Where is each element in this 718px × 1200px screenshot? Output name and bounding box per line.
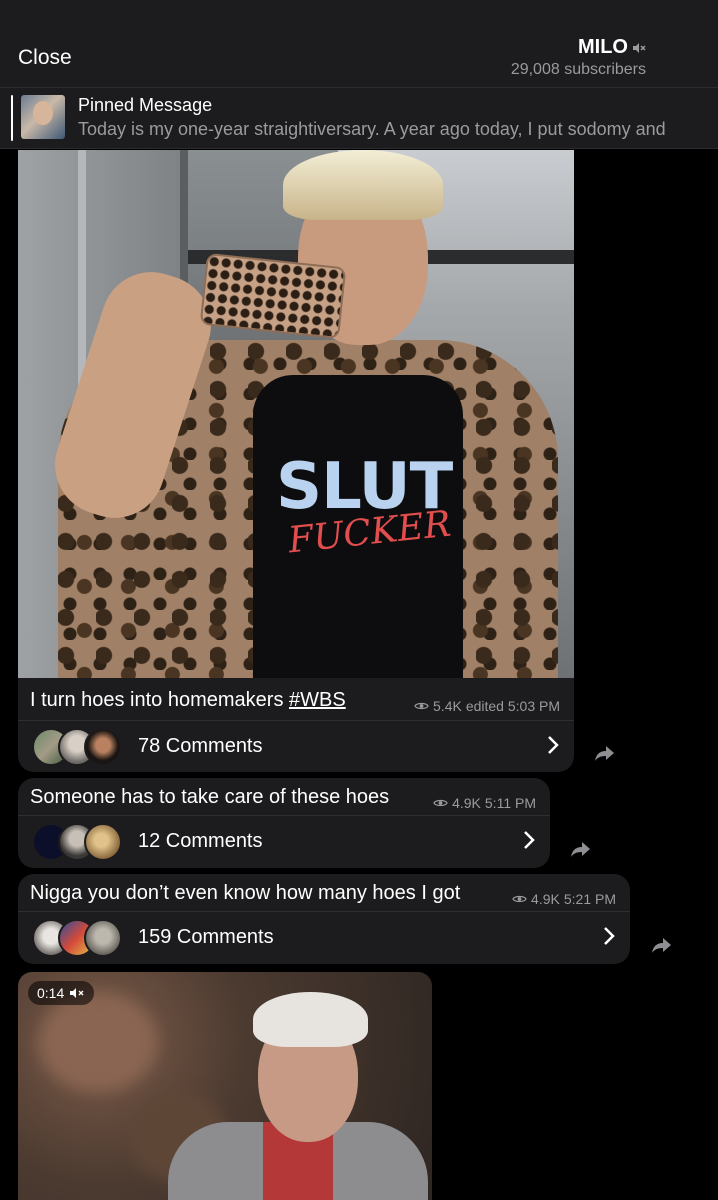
view-count: 4.9K: [531, 891, 560, 907]
pinned-indicator: [11, 95, 13, 141]
muted-speaker-icon: [633, 42, 646, 53]
pinned-message-bar[interactable]: Pinned Message Today is my one-year stra…: [0, 87, 718, 149]
video-duration-badge[interactable]: 0:14: [28, 981, 95, 1005]
avatar: [84, 919, 122, 957]
video-duration: 0:14: [37, 985, 65, 1001]
pinned-text: Today is my one-year straightiversary. A…: [78, 119, 666, 139]
post-text: Someone has to take care of these hoes: [30, 786, 390, 808]
chevron-right-icon: [524, 831, 535, 849]
pinned-label: Pinned Message: [78, 95, 213, 115]
post-meta: 5.4K edited 5:03 PM: [414, 698, 560, 714]
channel-title[interactable]: MILO: [578, 36, 646, 59]
post-video[interactable]: 0:14: [18, 972, 432, 1200]
share-icon[interactable]: [570, 840, 592, 858]
close-button[interactable]: Close: [18, 46, 72, 70]
post-meta: 4.9K 5:21 PM: [512, 891, 616, 907]
avatar: [84, 728, 122, 766]
post-text: I turn hoes into homemakers #WBS: [30, 689, 346, 711]
post-meta: 4.9K 5:11 PM: [433, 795, 536, 811]
comments-count: 159 Comments: [138, 926, 274, 948]
top-bar: Close MILO 29,008 subscribers: [0, 0, 718, 87]
muted-speaker-icon: [70, 988, 84, 998]
eye-icon: [433, 799, 448, 807]
post-time: 5:21 PM: [563, 891, 616, 907]
post-bubble-2[interactable]: Someone has to take care of these hoes 4…: [18, 778, 550, 868]
chevron-right-icon: [604, 927, 615, 945]
comments-row[interactable]: 78 Comments: [18, 720, 574, 772]
post-bubble-1[interactable]: I turn hoes into homemakers #WBS 5.4K ed…: [18, 678, 574, 772]
hashtag-link[interactable]: #WBS: [289, 689, 346, 711]
video-background: [38, 992, 158, 1092]
photo-hair: [283, 150, 443, 220]
subscriber-count: 29,008 subscribers: [510, 61, 646, 78]
comments-count: 78 Comments: [138, 735, 263, 757]
post-bubble-3[interactable]: Nigga you don’t even know how many hoes …: [18, 874, 630, 964]
eye-icon: [414, 702, 429, 710]
view-count: 4.9K: [452, 795, 481, 811]
share-icon[interactable]: [594, 744, 616, 762]
comments-row[interactable]: 12 Comments: [18, 815, 550, 867]
channel-name: MILO: [578, 36, 628, 58]
post-text: Nigga you don’t even know how many hoes …: [30, 882, 461, 904]
commenter-avatars: [32, 823, 132, 861]
comments-row[interactable]: 159 Comments: [18, 911, 630, 963]
pinned-thumbnail: [21, 95, 65, 139]
comments-count: 12 Comments: [138, 830, 263, 852]
chevron-right-icon: [548, 736, 559, 754]
share-icon[interactable]: [651, 936, 673, 954]
post-photo[interactable]: SLUT FUCKER: [18, 150, 574, 678]
view-count: 5.4K: [433, 698, 462, 714]
photo-phone: [199, 252, 347, 340]
commenter-avatars: [32, 728, 132, 766]
eye-icon: [512, 895, 527, 903]
commenter-avatars: [32, 919, 132, 957]
avatar: [84, 823, 122, 861]
post-time: 5:11 PM: [484, 795, 536, 811]
post-time: edited 5:03 PM: [465, 698, 560, 714]
video-hair: [253, 992, 368, 1047]
